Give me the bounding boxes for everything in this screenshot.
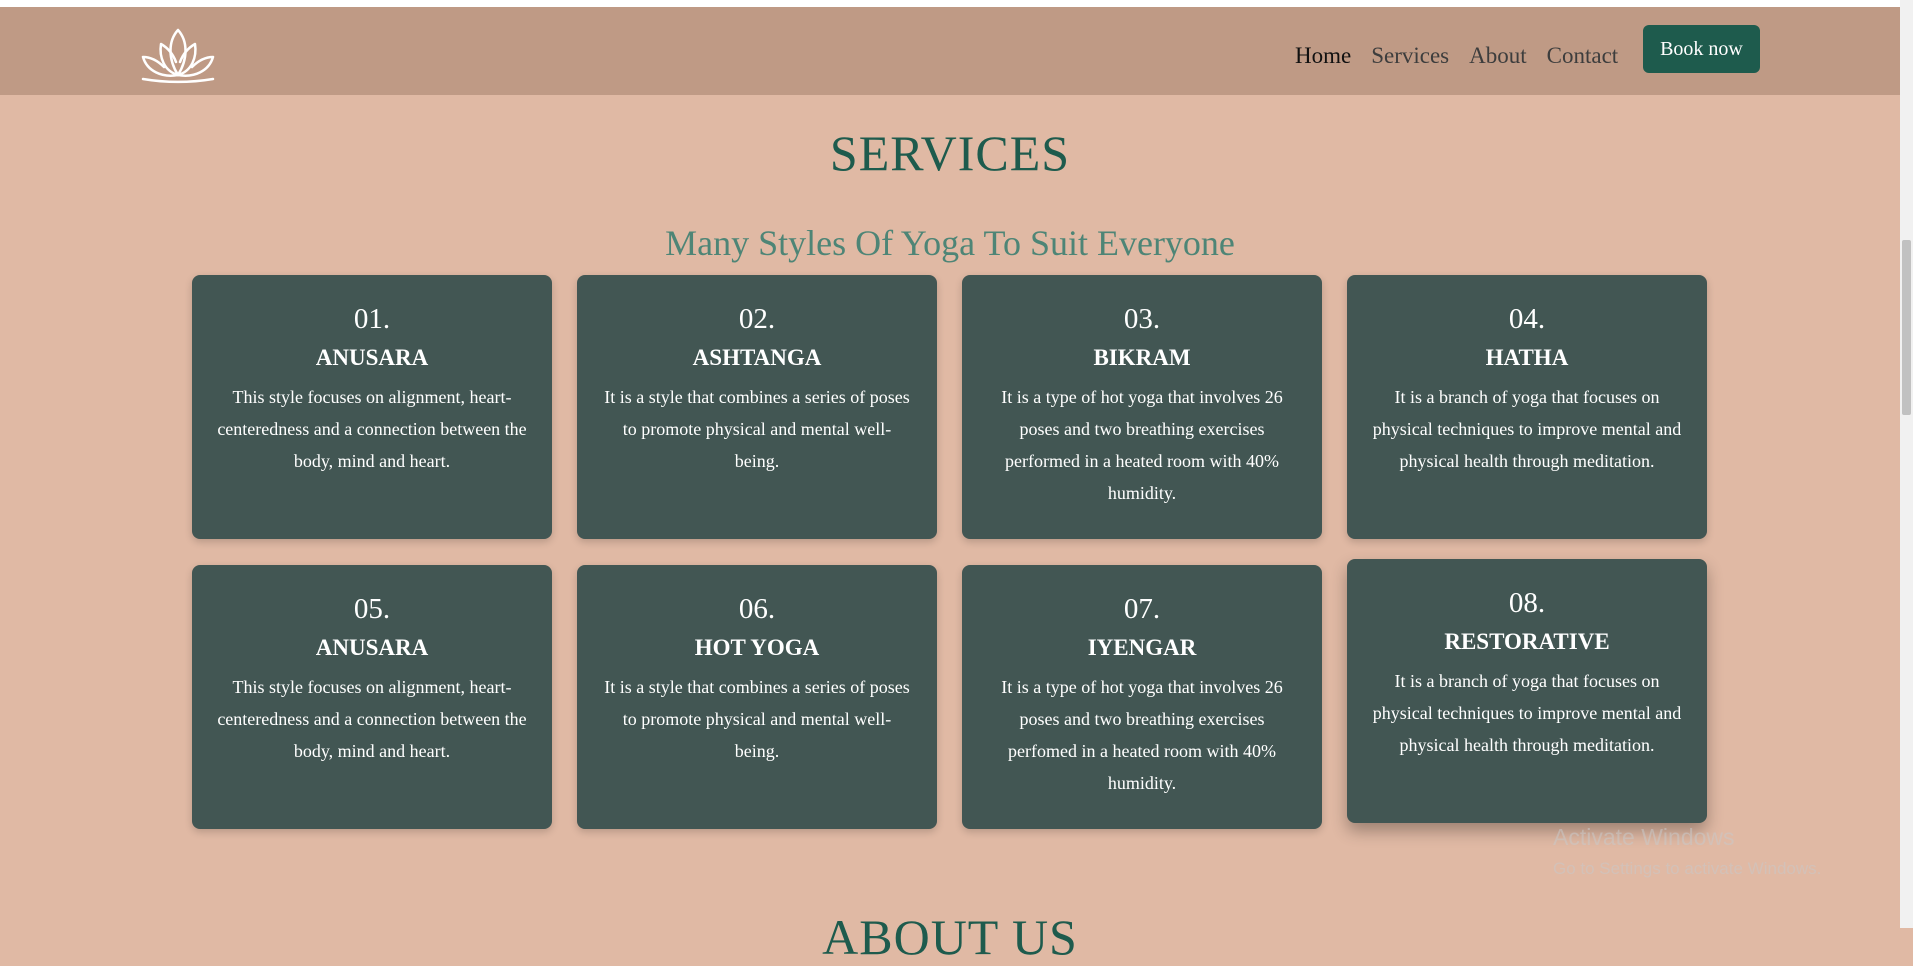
service-card: 05. ANUSARA This style focuses on alignm… [192,565,552,829]
card-name: ASHTANGA [692,345,822,370]
service-card: 02. ASHTANGA It is a style that combines… [577,275,937,539]
services-title: SERVICES [829,125,1071,181]
service-card: 01. ANUSARA This style focuses on alignm… [192,275,552,539]
card-number: 02. [738,303,776,335]
card-description: It is a branch of yoga that focuses on p… [1372,387,1682,471]
card-description: It is a style that combines a series of … [604,677,910,761]
card-number: 08. [1508,587,1546,619]
card-name: ANUSARA [315,635,429,660]
service-card: 06. HOT YOGA It is a style that combines… [577,565,937,829]
scrollbar-thumb[interactable] [1902,240,1911,415]
nav-links: Home Services About Contact [1295,37,1638,75]
about-us-title: ABOUT US [822,909,1078,965]
lotus-icon[interactable] [137,25,219,85]
card-name: HATHA [1485,345,1569,370]
card-number: 07. [1123,593,1161,625]
browser-top-strip [0,0,1900,7]
card-number: 03. [1123,303,1161,335]
card-name: BIKRAM [1093,345,1191,370]
nav-link-contact[interactable]: Contact [1547,37,1619,75]
card-number: 06. [738,593,776,625]
service-card: 07. IYENGAR It is a type of hot yoga tha… [962,565,1322,829]
service-card: 03. BIKRAM It is a type of hot yoga that… [962,275,1322,539]
service-card: 04. HATHA It is a branch of yoga that fo… [1347,275,1707,539]
card-number: 05. [353,593,391,625]
card-number: 01. [353,303,391,335]
card-description: It is a type of hot yoga that involves 2… [1001,387,1283,503]
activate-windows-title: Activate Windows [1553,824,1735,850]
activate-windows-hint: Go to Settings to activate Windows. [1553,859,1822,878]
nav-link-about[interactable]: About [1469,37,1527,75]
nav-link-home[interactable]: Home [1295,37,1351,75]
service-card-hovered: 08. RESTORATIVE It is a branch of yoga t… [1347,559,1707,823]
card-name: IYENGAR [1087,635,1197,660]
card-description: It is a style that combines a series of … [604,387,910,471]
services-subtitle: Many Styles Of Yoga To Suit Everyone [665,223,1235,263]
card-description: This style focuses on alignment, heart-c… [217,387,527,471]
nav-link-services[interactable]: Services [1371,37,1449,75]
card-description: It is a type of hot yoga that involves 2… [1001,677,1283,793]
page-scrollbar[interactable] [1900,0,1913,928]
card-number: 04. [1508,303,1546,335]
book-now-button[interactable]: Book now [1643,25,1760,73]
card-description: It is a branch of yoga that focuses on p… [1372,671,1682,755]
card-name: HOT YOGA [694,635,820,660]
card-name: RESTORATIVE [1444,629,1610,654]
card-description: This style focuses on alignment, heart-c… [217,677,527,761]
navbar: Home Services About Contact Book now [0,7,1900,95]
card-name: ANUSARA [315,345,429,370]
